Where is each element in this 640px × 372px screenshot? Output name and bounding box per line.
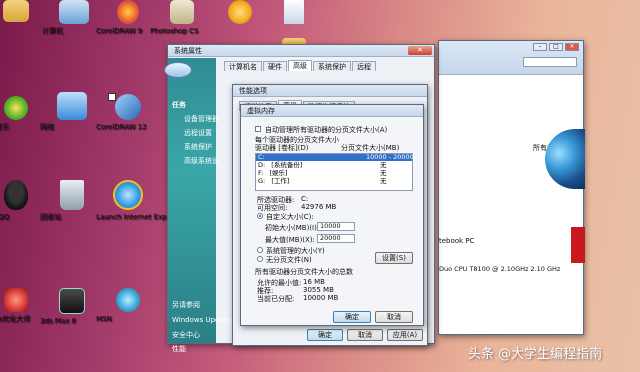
- initial-size-label: 初始大小(MB)(I):: [265, 224, 320, 232]
- tab-system-protection[interactable]: 系统保护: [313, 61, 351, 71]
- no-paging-radio[interactable]: [257, 256, 263, 262]
- system-info-window: – □ ✕ 所有权利。 tebook PC Duo CPU T8100 @ 2.…: [438, 40, 585, 335]
- max-size-label: 最大值(MB)(X):: [265, 236, 315, 244]
- link-security-center[interactable]: 安全中心: [172, 330, 200, 340]
- no-paging-label: 无分页文件(N): [266, 256, 312, 264]
- max-size-input[interactable]: 20000: [317, 234, 355, 243]
- windows-logo-icon: [545, 129, 585, 189]
- system-properties-tabs: 计算机名 硬件 高级 系统保护 远程: [224, 60, 377, 71]
- computer-model: tebook PC: [439, 237, 475, 245]
- desktop-icon-coreldraw12[interactable]: CorelDRAW 12: [96, 93, 160, 131]
- desktop-icon-network[interactable]: 网络: [40, 92, 104, 131]
- system-properties-title: 系统属性 ✕: [168, 45, 434, 57]
- virtual-memory-dialog: 虚拟内存 自动管理所有驱动器的分页文件大小(A) 每个驱动器的分页文件大小 驱动…: [240, 104, 424, 326]
- desktop-icon-recycle-bin[interactable]: 回收站: [40, 180, 104, 221]
- performance-options-title: 性能选项: [233, 85, 427, 97]
- free-space-value: 42976 MB: [301, 203, 337, 211]
- shortcut-arrow-icon: [108, 93, 116, 101]
- media-player-icon: [228, 0, 252, 24]
- drive-row[interactable]: G: [工作] 无: [256, 178, 412, 185]
- link-performance[interactable]: 性能: [172, 344, 186, 354]
- msn-icon: [116, 288, 140, 312]
- tab-computer-name[interactable]: 计算机名: [224, 61, 262, 71]
- desktop-icon-photoshop[interactable]: Photoshop CS: [150, 0, 214, 35]
- ie-icon: [113, 180, 143, 210]
- drive-row[interactable]: C: 10000 - 20000: [256, 154, 414, 161]
- drive-list[interactable]: C: 10000 - 20000 D: [系统备份] 无 F: [娱乐] 无 G…: [255, 153, 414, 191]
- folder-icon: [3, 0, 29, 22]
- custom-size-label: 自定义大小(C):: [266, 213, 314, 221]
- sidebar-item-advanced[interactable]: 高级系统设: [184, 156, 219, 166]
- auto-manage-label: 自动管理所有驱动器的分页文件大小(A): [265, 126, 388, 134]
- window-controls: – □ ✕: [533, 43, 579, 51]
- min-allowed-value: 16 MB: [303, 278, 325, 286]
- size-column-header: 分页文件大小(MB): [341, 144, 400, 152]
- apply-button[interactable]: 应用(A): [387, 329, 423, 341]
- tab-hardware[interactable]: 硬件: [263, 61, 287, 71]
- watermark-text: 头条 @大学生编程指南: [468, 347, 603, 362]
- photoshop-icon: [170, 0, 194, 24]
- ok-button[interactable]: 确定: [307, 329, 343, 341]
- network-icon: [57, 92, 87, 120]
- link-windows-update[interactable]: Windows Update: [172, 316, 231, 324]
- recycle-bin-icon: [60, 180, 84, 210]
- close-button[interactable]: ✕: [408, 46, 432, 55]
- cpu-info: Duo CPU T8100 @ 2.10GHz 2.10 GHz: [439, 265, 561, 273]
- coreldraw-icon: [115, 94, 141, 120]
- current-allocated-label: 当前已分配:: [257, 295, 295, 303]
- ok-button[interactable]: 确定: [333, 311, 371, 323]
- drive-row[interactable]: F: [娱乐] 无: [256, 170, 412, 177]
- qq-music-icon: [4, 96, 28, 120]
- task-sidebar: 任务 设备管理器 远程设置 系统保护 高级系统设 另请参阅 Windows Up…: [164, 58, 231, 353]
- cancel-button[interactable]: 取消: [375, 311, 413, 323]
- maximize-icon[interactable]: □: [549, 43, 563, 51]
- virtual-memory-title: 虚拟内存: [241, 105, 423, 117]
- desktop-icon-ie[interactable]: Launch Internet Explorer Browser: [96, 180, 213, 221]
- desktop-icon-3dsmax[interactable]: 3ds Max 8: [40, 288, 104, 325]
- drive-row[interactable]: D: [系统备份] 无: [256, 162, 412, 169]
- computer-icon: [59, 0, 89, 24]
- selected-drive-value: C:: [301, 195, 309, 203]
- optimizer-icon: [4, 288, 28, 312]
- system-managed-radio[interactable]: [257, 247, 263, 253]
- recommended-value: 3055 MB: [303, 286, 334, 294]
- search-input[interactable]: [523, 57, 577, 67]
- sidebar-item-protection[interactable]: 系统保护: [184, 142, 212, 152]
- auto-manage-checkbox[interactable]: [255, 126, 261, 132]
- set-button[interactable]: 设置(S): [375, 252, 413, 264]
- tab-remote[interactable]: 远程: [352, 61, 376, 71]
- desktop-icon-hp[interactable]: hp: [0, 0, 48, 25]
- back-forward-icon[interactable]: [164, 62, 192, 78]
- coreldraw-balloon-icon: [117, 0, 139, 24]
- sidebar-item-device-manager[interactable]: 设备管理器: [184, 114, 219, 124]
- explorer-toolbar: – □ ✕: [439, 41, 583, 75]
- total-section-label: 所有驱动器分页文件大小的总数: [255, 268, 353, 276]
- desktop-icon-msn[interactable]: MSN: [96, 288, 160, 323]
- custom-size-radio[interactable]: [257, 213, 263, 219]
- drive-column-header: 驱动器 [卷标](D): [255, 144, 309, 152]
- qq-penguin-icon: [4, 180, 28, 210]
- cancel-button[interactable]: 取消: [347, 329, 383, 341]
- tab-advanced[interactable]: 高级: [288, 60, 312, 71]
- close-icon[interactable]: ✕: [565, 43, 579, 51]
- see-also-title: 另请参阅: [172, 301, 200, 309]
- current-allocated-value: 10000 MB: [303, 294, 339, 302]
- initial-size-input[interactable]: 10000: [317, 222, 355, 231]
- sidebar-item-remote[interactable]: 远程设置: [184, 128, 212, 138]
- document-icon: [284, 0, 304, 24]
- 3dsmax-icon: [59, 288, 85, 314]
- brand-logo: [571, 227, 585, 263]
- sidebar-title: 任务: [172, 101, 186, 109]
- desktop-icon-document[interactable]: [262, 0, 326, 27]
- minimize-icon[interactable]: –: [533, 43, 547, 51]
